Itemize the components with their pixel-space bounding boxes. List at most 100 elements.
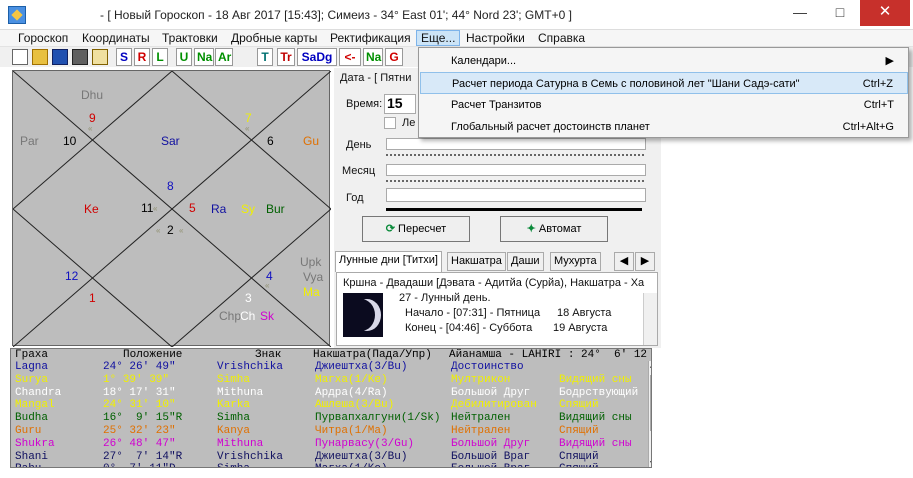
cell-dignity: Нейтрален — [451, 412, 511, 425]
cell-avastha: Спящий — [559, 399, 599, 412]
tb-na-button[interactable]: Na — [194, 48, 214, 66]
cell-nakshatra: Магха(1/Ke) — [315, 463, 388, 467]
month-ticks — [386, 180, 644, 182]
table-row[interactable]: Mangal 24° 31' 10" Karka Ашлеша(3/Bu) Дебили… — [11, 399, 651, 412]
table-row[interactable]: Shukra 26° 48' 47" Mithuna Пунарвасу(3/Gu) Б… — [11, 437, 651, 450]
tb-t-button[interactable]: T — [257, 48, 273, 66]
table-row[interactable]: Shani 27° 7' 14"R Vrishchika Джиештха(3/Bu)… — [11, 450, 651, 463]
cell-graha: Surya — [15, 373, 49, 386]
auto-button[interactable]: ✦ Автомат — [500, 216, 608, 242]
house-number-5: 5 — [189, 201, 196, 215]
minimize-button[interactable]: — — [780, 0, 820, 26]
tb-ar-button[interactable]: Ar — [215, 48, 233, 66]
time-hour-field[interactable]: 15 — [384, 94, 416, 114]
tb-s-button[interactable]: S — [116, 48, 132, 66]
menu-item-calendars[interactable]: Календари... ▶ — [420, 50, 908, 72]
cell-position: 18° 17' 31" — [103, 386, 176, 399]
cell-sign: Kanya — [217, 425, 251, 437]
house-number-8: 8 — [167, 179, 174, 193]
clipboard-icon[interactable] — [92, 49, 108, 65]
new-file-icon[interactable] — [12, 49, 28, 65]
menu-horoscope[interactable]: Гороскоп — [18, 31, 68, 45]
menu-coordinates[interactable]: Координаты — [82, 31, 150, 45]
table-row[interactable]: Lagna 24° 26' 49" Vrishchika Джиештха(3/Bu)… — [11, 361, 651, 373]
table-row[interactable]: Budha 16° 9' 15"R Simha Пурвапхалгуни(1/Sk)… — [11, 412, 651, 425]
close-button[interactable]: ✕ — [860, 0, 910, 26]
tb-tr-button[interactable]: Tr — [277, 48, 295, 66]
arrow-icon: « — [265, 281, 270, 290]
tb-swap-button[interactable]: <-> — [339, 48, 361, 80]
cell-position: 0° 7' 11"D — [103, 463, 176, 467]
table-row[interactable]: Surya 1° 39' 39" Simha Магха(1/Ke) Мултрикон… — [11, 373, 651, 386]
year-slider[interactable] — [386, 188, 646, 202]
tab-lunar-days[interactable]: Лунные дни [Титхи] — [335, 251, 442, 272]
arrow-icon: « — [88, 124, 93, 133]
moon-phase-icon — [343, 293, 383, 337]
year-label: Год — [346, 192, 364, 204]
cell-nakshatra: Джиештха(3/Bu) — [315, 450, 408, 463]
cell-avastha: Спящий — [559, 425, 599, 437]
submenu-arrow-icon: ▶ — [885, 55, 894, 67]
tab-scroll-right-icon[interactable]: ▶ — [635, 252, 655, 271]
cell-nakshatra: Ардра(4/Ra) — [315, 386, 388, 399]
table-row[interactable]: Guru 25° 32' 23" Kanya Читра(1/Ma) Нейтрален… — [11, 425, 651, 437]
month-label: Месяц — [342, 165, 376, 177]
tb-u-button[interactable]: U — [176, 48, 192, 66]
table-scrollbar[interactable]: ▲ ▼ — [648, 361, 651, 467]
cell-avastha: Видящий сны — [559, 412, 632, 425]
save-icon[interactable] — [52, 49, 68, 65]
le-checkbox[interactable] — [384, 117, 396, 129]
arrow-icon: « — [153, 204, 158, 213]
refresh-icon: ⟳ — [385, 223, 399, 235]
house-number-6: 6 — [267, 134, 274, 148]
cell-dignity: Большой Друг — [451, 386, 531, 399]
tb-sadg-button[interactable]: SaDg — [297, 48, 337, 66]
tb-l-button[interactable]: L — [152, 48, 168, 66]
recalc-button[interactable]: ⟳ Пересчет — [362, 216, 470, 242]
menu-item-global-dignity[interactable]: Глобальный расчет достоинств планет Ctrl… — [420, 116, 908, 138]
cell-sign: Mithuna — [217, 386, 264, 399]
app-icon[interactable] — [8, 6, 26, 24]
cell-dignity: Нейтрален — [451, 425, 511, 437]
print-icon[interactable] — [72, 49, 88, 65]
lunar-day-text: 27 - Лунный день. — [399, 292, 491, 304]
table-row[interactable]: Chandra 18° 17' 31" Mithuna Ардра(4/Ra) Боль… — [11, 386, 651, 399]
menu-item-transits[interactable]: Расчет Транзитов Ctrl+T — [420, 94, 908, 116]
cell-dignity: Достоинство — [451, 361, 524, 373]
open-folder-icon[interactable] — [32, 49, 48, 65]
tab-dashi[interactable]: Даши — [507, 252, 544, 271]
cell-position: 25° 32' 23" — [103, 425, 176, 437]
menu-help[interactable]: Справка — [538, 31, 585, 45]
tb-g-button[interactable]: G — [385, 48, 403, 66]
tab-nakshatra[interactable]: Накшатра — [447, 252, 506, 271]
title-bar: - [ Новый Гороскоп - 18 Авг 2017 [15:43]… — [0, 0, 913, 30]
planet-ke: Ke — [84, 202, 99, 216]
tb-r-button[interactable]: R — [134, 48, 150, 66]
scroll-thumb[interactable] — [650, 375, 651, 431]
tab-scroll-left-icon[interactable]: ◀ — [614, 252, 634, 271]
scroll-down-icon[interactable]: ▼ — [650, 459, 651, 467]
menu-more[interactable]: Еще... — [416, 30, 461, 46]
menu-rectification[interactable]: Ректификация — [330, 31, 411, 45]
planet-chp: Chp — [219, 309, 242, 323]
planet-sy: Sy — [241, 202, 256, 216]
tb-na2-button[interactable]: Na — [363, 48, 383, 66]
menu-interpretations[interactable]: Трактовки — [162, 31, 218, 45]
tab-muhurta[interactable]: Мухурта — [550, 252, 601, 271]
day-label: День — [346, 139, 372, 151]
day-slider[interactable] — [386, 138, 646, 150]
cell-position: 26° 48' 47" — [103, 437, 176, 450]
table-row[interactable]: Rahu 0° 7' 11"D Simha Магха(1/Ke) Большой Вр… — [11, 463, 651, 467]
lunar-scrollbar[interactable] — [643, 293, 657, 345]
scroll-up-icon[interactable]: ▲ — [650, 361, 651, 371]
menu-divisional-charts[interactable]: Дробные карты — [231, 31, 317, 45]
lunar-header: Кршна - Двадаши [Дэвата - Адитйа (Сурйа)… — [343, 277, 645, 289]
cell-avastha: Видящий сны — [559, 373, 632, 386]
lunar-end-date: 19 Августа — [553, 322, 608, 334]
month-slider[interactable] — [386, 164, 646, 176]
cell-sign: Vrishchika — [217, 361, 284, 373]
menu-item-sade-sati[interactable]: Расчет периода Сатурна в Семь с половино… — [420, 72, 908, 94]
menu-settings[interactable]: Настройки — [466, 31, 525, 45]
cell-avastha: Спящий — [559, 450, 599, 463]
maximize-button[interactable]: □ — [820, 0, 860, 26]
